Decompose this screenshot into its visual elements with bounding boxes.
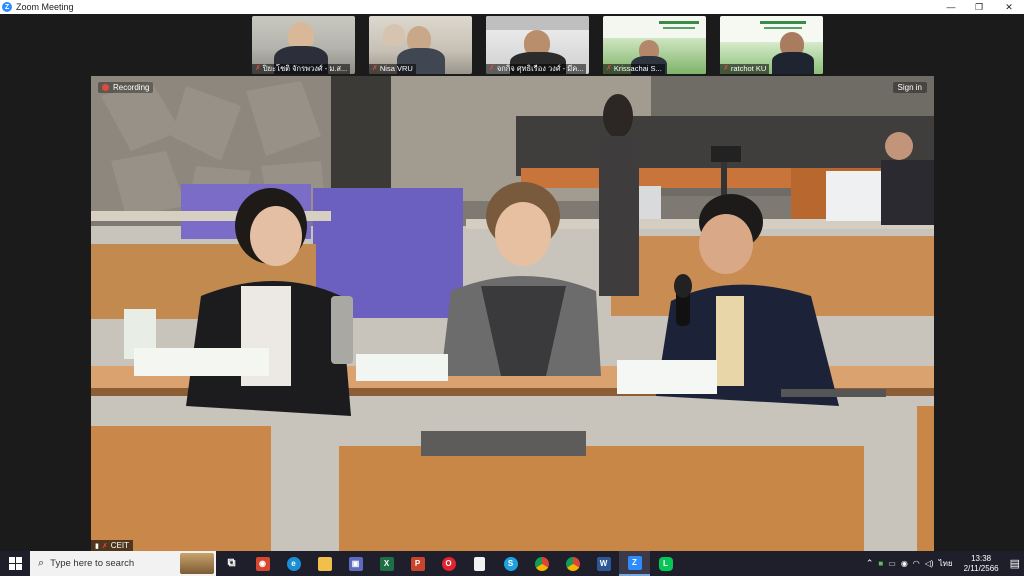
- word-icon: W: [596, 556, 611, 571]
- word-button[interactable]: W: [588, 551, 619, 576]
- mic-off-icon: ✗: [489, 65, 495, 72]
- participant-tile[interactable]: ✗ ปิยะโชติ จักรพวงศ์ - ม.ส...: [252, 16, 355, 74]
- window-title: Zoom Meeting: [16, 2, 74, 12]
- participant-name-label: ✗ ratchot KU: [720, 64, 770, 74]
- participant-name-label: ✗ ปิยะโชติ จักรพวงศ์ - ม.ส...: [252, 64, 351, 74]
- powerpoint-icon: P: [410, 556, 425, 571]
- excel-icon: X: [379, 556, 394, 571]
- tray-app-icon[interactable]: ◉: [901, 559, 908, 568]
- skype-icon: S: [503, 556, 518, 571]
- mic-off-icon: ✗: [255, 65, 261, 72]
- mic-off-icon: ✗: [723, 65, 729, 72]
- opera-icon: O: [441, 556, 456, 571]
- search-icon: ⌕: [38, 557, 45, 569]
- file-button[interactable]: [464, 551, 495, 576]
- background-text: [659, 21, 699, 24]
- participant-name-label: ✗ Krissachai S...: [603, 64, 665, 74]
- clock[interactable]: 13:38 2/11/2566: [964, 554, 999, 574]
- mic-off-icon: ✗: [372, 65, 378, 72]
- clock-time: 13:38: [971, 553, 992, 563]
- zoom-logo-icon: Z: [2, 2, 12, 12]
- record-icon: [102, 84, 109, 91]
- edge-button[interactable]: e: [278, 551, 309, 576]
- wifi-icon[interactable]: ◠: [913, 559, 920, 568]
- app-icon: ◉: [255, 556, 270, 571]
- participant-name-label: ✗ Nisa VRU: [369, 64, 416, 74]
- line-button[interactable]: L: [650, 551, 681, 576]
- windows-taskbar: ⌕ Type here to search ⧉ ◉ e ▣ X P O S W …: [0, 551, 1024, 576]
- tray-app-icon[interactable]: ▭: [888, 559, 896, 568]
- store-icon: ▣: [348, 556, 363, 571]
- notification-icon[interactable]: ▤: [1010, 557, 1020, 570]
- active-speaker-video[interactable]: Recording Sign in ▮ ✗ CEIT: [91, 76, 934, 551]
- minimize-button[interactable]: —: [936, 0, 966, 14]
- speaker-name-label: ▮ ✗ CEIT: [91, 540, 133, 551]
- video-frame: [91, 76, 934, 551]
- file-explorer-button[interactable]: [309, 551, 340, 576]
- meeting-area: ✗ ปิยะโชติ จักรพวงศ์ - ม.ส... ✗ Nisa VRU ✗…: [0, 14, 1024, 551]
- taskbar-app-button[interactable]: ◉: [247, 551, 278, 576]
- file-icon: [474, 556, 485, 571]
- mic-off-icon: ✗: [101, 542, 108, 550]
- background-text: [760, 21, 806, 24]
- chrome-profile-button[interactable]: [557, 551, 588, 576]
- task-view-button[interactable]: ⧉: [216, 551, 247, 576]
- zoom-icon: Z: [627, 555, 642, 570]
- edge-icon: e: [286, 556, 301, 571]
- opera-button[interactable]: O: [433, 551, 464, 576]
- chevron-up-icon[interactable]: ⌃: [866, 558, 874, 569]
- clock-date: 2/11/2566: [963, 563, 999, 573]
- participant-video: [383, 24, 405, 46]
- folder-icon: [317, 556, 332, 571]
- close-button[interactable]: ✕: [994, 0, 1024, 14]
- participant-tile[interactable]: ✗ Nisa VRU: [369, 16, 472, 74]
- zoom-button[interactable]: Z: [619, 551, 650, 576]
- skype-button[interactable]: S: [495, 551, 526, 576]
- language-indicator[interactable]: ไทย: [939, 557, 953, 570]
- recording-indicator: Recording: [98, 82, 154, 93]
- system-tray: ⌃ ■ ▭ ◉ ◠ ◁) ไทย 13:38 2/11/2566 ▤: [866, 551, 1024, 576]
- store-button[interactable]: ▣: [340, 551, 371, 576]
- background-wall: [486, 16, 589, 30]
- chrome-icon: [534, 556, 549, 571]
- tray-app-icon[interactable]: ■: [878, 559, 883, 568]
- title-bar: Z Zoom Meeting — ❐ ✕: [0, 0, 1024, 14]
- search-highlight-image: [180, 553, 214, 574]
- task-view-icon: ⧉: [227, 557, 236, 569]
- sign-in-button[interactable]: Sign in: [892, 82, 927, 93]
- search-placeholder: Type here to search: [50, 558, 135, 569]
- excel-button[interactable]: X: [371, 551, 402, 576]
- powerpoint-button[interactable]: P: [402, 551, 433, 576]
- restore-button[interactable]: ❐: [964, 0, 994, 14]
- start-button[interactable]: [0, 551, 30, 576]
- signal-strength-icon: ▮: [95, 542, 99, 550]
- participant-name-label: ✗ จกกิจ ศุทธิเรือง วงศ์ - มีค...: [486, 64, 587, 74]
- mic-off-icon: ✗: [606, 65, 612, 72]
- line-icon: L: [658, 556, 673, 571]
- background-text: [764, 27, 802, 29]
- chrome-button[interactable]: [526, 551, 557, 576]
- participant-tile[interactable]: ✗ Krissachai S...: [603, 16, 706, 74]
- participant-video: [772, 52, 814, 74]
- chrome-icon: [565, 556, 580, 571]
- participant-strip: ✗ ปิยะโชติ จักรพวงศ์ - ม.ส... ✗ Nisa VRU ✗…: [252, 16, 823, 74]
- background-text: [663, 27, 695, 29]
- participant-tile[interactable]: ✗ ratchot KU: [720, 16, 823, 74]
- taskbar-search-box[interactable]: ⌕ Type here to search: [30, 551, 216, 576]
- windows-logo-icon: [8, 557, 22, 570]
- participant-tile[interactable]: ✗ จกกิจ ศุทธิเรือง วงศ์ - มีค...: [486, 16, 589, 74]
- volume-icon[interactable]: ◁): [925, 559, 934, 568]
